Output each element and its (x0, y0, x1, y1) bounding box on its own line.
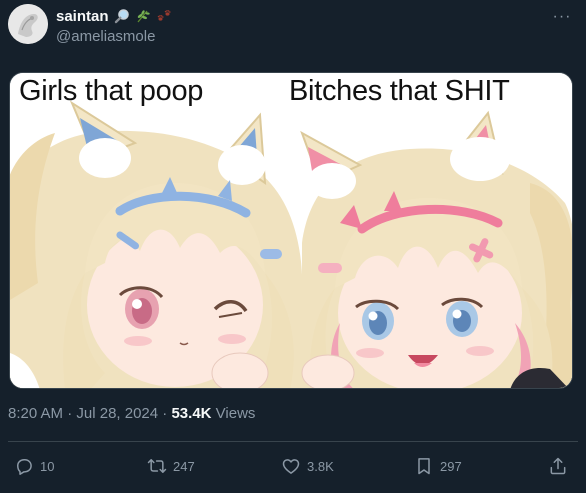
repost-button[interactable]: 247 (147, 455, 195, 477)
reply-count: 10 (40, 458, 55, 474)
repost-icon (147, 459, 167, 473)
reply-button[interactable]: 10 (14, 455, 54, 477)
magnifying-glass-icon (114, 8, 130, 24)
more-icon: ··· (552, 8, 572, 25)
herb-icon (135, 8, 151, 24)
author-handle[interactable]: @ameliasmole (56, 28, 155, 45)
display-name[interactable]: saintan (56, 8, 109, 25)
caption-right: Bitches that SHIT (289, 75, 510, 107)
post: saintan @ameliasmole ··· Girls that poop… (0, 0, 586, 493)
avatar[interactable] (8, 4, 48, 44)
views-count[interactable]: 53.4K (171, 405, 211, 422)
like-count: 3.8K (307, 458, 334, 474)
post-date[interactable]: Jul 28, 2024 (76, 405, 158, 422)
avatar-image (8, 4, 48, 44)
meta-separator: · (63, 405, 77, 422)
views-label: Views (211, 405, 256, 422)
share-button[interactable] (548, 455, 568, 477)
bookmark-button[interactable]: 297 (414, 455, 462, 477)
caption-left: Girls that poop (19, 75, 204, 107)
share-icon (550, 457, 566, 475)
more-options-button[interactable]: ··· (548, 6, 576, 28)
reply-icon (17, 459, 32, 475)
author-name-row[interactable]: saintan (56, 6, 172, 26)
left-girl-figure (10, 100, 303, 388)
heart-icon (282, 459, 300, 474)
like-button[interactable]: 3.8K (281, 455, 334, 477)
post-image[interactable]: Girls that poop Bitches that SHIT (9, 72, 573, 389)
post-meta: 8:20 AM · Jul 28, 2024 · 53.4K Views (8, 405, 255, 422)
divider (8, 441, 578, 442)
bookmark-count: 297 (440, 458, 462, 474)
bookmark-icon (418, 458, 430, 475)
paw-prints-icon (156, 8, 172, 24)
post-time[interactable]: 8:20 AM (8, 405, 63, 422)
anime-girls-illustration (10, 73, 572, 388)
meta-separator-2: · (158, 405, 172, 422)
repost-count: 247 (173, 458, 195, 474)
